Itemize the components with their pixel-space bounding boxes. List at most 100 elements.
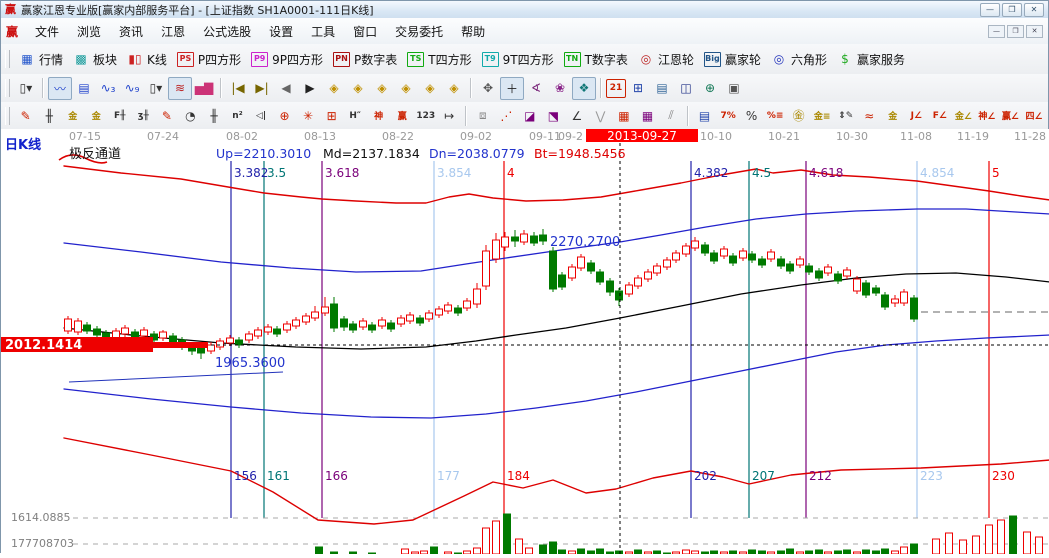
gann-wheel-button[interactable]: ◎江恩轮 (633, 49, 699, 70)
t-number-table-button[interactable]: TNT数字表 (559, 49, 633, 70)
gold-ruler2-icon[interactable]: 金 (85, 104, 109, 127)
wave-frame-icon[interactable]: ≋ (168, 77, 192, 100)
crosshair-icon[interactable]: ＋ (500, 77, 524, 100)
pan-left-icon[interactable]: ◈ (322, 77, 346, 100)
profile-chart-icon[interactable]: ▅▇ (192, 77, 216, 100)
win-angle-icon[interactable]: 赢∠ (999, 104, 1023, 127)
box-tool-icon[interactable]: ⧈ (471, 104, 495, 127)
measure-pen-icon[interactable]: ⇕✎ (834, 104, 858, 127)
grid-ruler-icon[interactable]: ╫ (202, 104, 226, 127)
gold-lines-icon[interactable]: 金≡ (810, 104, 834, 127)
menu-item-3[interactable]: 江恩 (152, 21, 194, 42)
wave3-icon[interactable]: ∿₃ (96, 77, 120, 100)
menu-item-6[interactable]: 工具 (302, 21, 344, 42)
wave-v-icon[interactable]: ⋁ (589, 104, 613, 127)
star-rays-icon[interactable]: ✳ (296, 104, 320, 127)
quote-sheet-icon[interactable]: ▤ (72, 77, 96, 100)
minimize-button[interactable]: — (980, 3, 1000, 17)
angle-measure-icon[interactable]: ∢ (524, 77, 548, 100)
menu-item-0[interactable]: 文件 (26, 21, 68, 42)
square-number-icon[interactable]: n² (226, 104, 250, 127)
pan-right-icon[interactable]: ◈ (346, 77, 370, 100)
percent7-icon[interactable]: 7% (716, 104, 740, 127)
nine-p-square-button[interactable]: P99P四方形 (246, 49, 328, 70)
p-square-button[interactable]: PSP四方形 (172, 49, 246, 70)
calculator-icon[interactable]: ⊞ (626, 77, 650, 100)
gold-ruler-icon[interactable]: 金 (61, 104, 85, 127)
chart-area[interactable]: 1614.08851777087033.3821563.51613.618166… (1, 129, 1049, 554)
pen-measure-icon[interactable]: ✎ (155, 104, 179, 127)
kline-button[interactable]: ▮▯K线 (122, 49, 172, 70)
prev-bar-icon[interactable]: ◀ (274, 77, 298, 100)
menu-item-2[interactable]: 资讯 (110, 21, 152, 42)
child-minimize-button[interactable]: — (988, 25, 1005, 38)
span-arrow-icon[interactable]: ↦ (438, 104, 462, 127)
zoom-in-h-icon[interactable]: ◈ (394, 77, 418, 100)
shen-tool-icon[interactable]: 神 (367, 104, 391, 127)
menu-item-4[interactable]: 公式选股 (194, 21, 260, 42)
menu-item-8[interactable]: 交易委托 (386, 21, 452, 42)
ruler-icon[interactable]: ╫ (37, 104, 61, 127)
fib-ruler-icon[interactable]: F╫ (108, 104, 132, 127)
hand-pan-icon[interactable]: ✥ (476, 77, 500, 100)
notebook-icon[interactable]: ▤ (650, 77, 674, 100)
j-angle-icon[interactable]: J∠ (905, 104, 929, 127)
parallel-lines-icon[interactable]: ⫽ (659, 104, 683, 127)
zigzag-chart-icon[interactable]: 〰 (48, 77, 72, 100)
gann-fan-icon[interactable]: ⋰ (495, 104, 519, 127)
gold-angle-icon[interactable]: 金∠ (952, 104, 976, 127)
gold-box-icon[interactable]: 金 (881, 104, 905, 127)
kline-chart-canvas[interactable]: 1614.08851777087033.3821563.51613.618166… (1, 129, 1049, 554)
hexagon-button[interactable]: ◎六角形 (766, 49, 832, 70)
menu-item-5[interactable]: 设置 (260, 21, 302, 42)
red-grid-icon[interactable]: ▦ (612, 104, 636, 127)
next-bar-icon[interactable]: ▶ (298, 77, 322, 100)
clock-cycle-icon[interactable]: ◔ (179, 104, 203, 127)
four-angle-icon[interactable]: 四∠ (1022, 104, 1046, 127)
winner-wheel-button[interactable]: Big赢家轮 (699, 49, 766, 70)
menu-item-7[interactable]: 窗口 (344, 21, 386, 42)
t-square-button[interactable]: TST四方形 (402, 49, 476, 70)
spiral-ruler-icon[interactable]: ʒ╫ (132, 104, 156, 127)
expand-icon[interactable]: ◈ (442, 77, 466, 100)
compress-icon[interactable]: ◈ (418, 77, 442, 100)
win-tool-icon[interactable]: 赢 (390, 104, 414, 127)
wave-box-icon[interactable]: ≈ (858, 104, 882, 127)
flower-tool-icon[interactable]: ❀ (548, 77, 572, 100)
jump-start-icon[interactable]: |◀ (226, 77, 250, 100)
jump-end-icon[interactable]: ▶| (250, 77, 274, 100)
p-number-table-button[interactable]: PNP数字表 (328, 49, 402, 70)
percent-icon[interactable]: % (740, 104, 764, 127)
close-button[interactable]: ✕ (1024, 3, 1044, 17)
nine-t-square-button[interactable]: T99T四方形 (477, 49, 559, 70)
fan-box-icon[interactable]: ◪ (518, 104, 542, 127)
menu-item-1[interactable]: 浏览 (68, 21, 110, 42)
diag-box-icon[interactable]: ⬔ (542, 104, 566, 127)
column-stats-icon[interactable]: ▤ (693, 104, 717, 127)
quotes-button[interactable]: ▦行情 (14, 49, 68, 70)
gold-circle-icon[interactable]: ㊎ (787, 104, 811, 127)
candle-style-icon[interactable]: ▯▾ (14, 77, 38, 100)
menu-item-9[interactable]: 帮助 (452, 21, 494, 42)
child-restore-button[interactable]: ❐ (1007, 25, 1024, 38)
grid-star-icon[interactable]: ⊞ (320, 104, 344, 127)
h-mark-icon[interactable]: Н″ (343, 104, 367, 127)
calendar-icon[interactable]: 21 (606, 79, 626, 98)
purple-grid-icon[interactable]: ▦ (636, 104, 660, 127)
single-candle-icon[interactable]: ▯▾ (144, 77, 168, 100)
percent-lines-icon[interactable]: %≡ (763, 104, 787, 127)
f-angle-icon[interactable]: F∠ (928, 104, 952, 127)
save-icon[interactable]: ◫ (674, 77, 698, 100)
winner-service-button[interactable]: $赢家服务 (832, 49, 910, 70)
brain-map-icon[interactable]: ❖ (572, 77, 596, 100)
angle-lines-icon[interactable]: ∠ (565, 104, 589, 127)
candlestick-series[interactable] (65, 229, 918, 359)
zoom-out-h-icon[interactable]: ◈ (370, 77, 394, 100)
print-icon[interactable]: ▣ (722, 77, 746, 100)
angle-mirror-icon[interactable]: ◁| (249, 104, 273, 127)
wave9-icon[interactable]: ∿₉ (120, 77, 144, 100)
maximize-button[interactable]: ❐ (1002, 3, 1022, 17)
network-icon[interactable]: ⊕ (698, 77, 722, 100)
ruler-123-icon[interactable]: 123 (414, 104, 438, 127)
pen-tool-icon[interactable]: ✎ (14, 104, 38, 127)
